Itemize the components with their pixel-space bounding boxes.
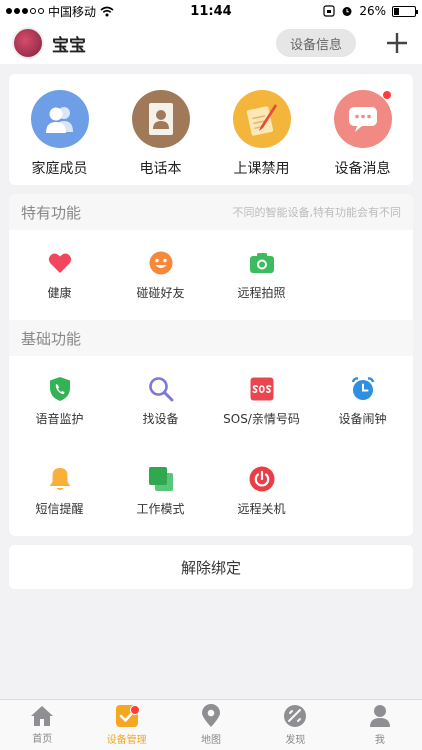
bell-icon: [47, 466, 73, 492]
remote-shutdown-button[interactable]: 远程关机: [211, 446, 312, 536]
basic-row-1: 语音监护 找设备 SOS/亲情号码 设备闹钟: [9, 356, 413, 446]
tab-map-label: 地图: [201, 735, 222, 746]
wifi-icon: [100, 6, 114, 16]
phonebook-label: 电话本: [139, 161, 182, 177]
health-label: 健康: [47, 285, 72, 300]
class-disable-button[interactable]: 上课禁用: [212, 90, 312, 185]
message-badge: [381, 90, 392, 100]
device-alarm-button[interactable]: 设备闹钟: [312, 356, 413, 446]
bump-friends-button[interactable]: 碰碰好友: [110, 230, 211, 320]
discover-icon: [284, 705, 307, 727]
basic-row-2: 短信提醒 工作模式 远程关机: [9, 446, 413, 536]
shield-phone-icon: [47, 376, 73, 402]
special-section-subtitle: 不同的智能设备,特有功能会有不同: [232, 206, 402, 219]
tab-device-manage[interactable]: 设备管理: [84, 700, 168, 750]
phonebook-button[interactable]: 电话本: [111, 90, 211, 185]
remote-photo-label: 远程拍照: [237, 285, 286, 300]
find-device-button[interactable]: 找设备: [110, 356, 211, 446]
functions-card: 特有功能 不同的智能设备,特有功能会有不同 健康 碰碰好友 远程拍照 基础功能: [9, 194, 413, 536]
work-mode-label: 工作模式: [136, 501, 185, 516]
voice-monitor-button[interactable]: 语音监护: [9, 356, 110, 446]
battery-icon: [392, 5, 418, 17]
family-members-icon: [30, 90, 89, 148]
plus-icon: [387, 33, 407, 53]
special-row: 健康 碰碰好友 远程拍照: [9, 230, 413, 320]
find-device-label: 找设备: [142, 411, 179, 426]
tab-bar: 首页 设备管理 地图 发现 我: [0, 699, 422, 750]
tab-device-manage-label: 设备管理: [106, 735, 147, 746]
basic-section-header: 基础功能: [9, 320, 413, 356]
alarm-clock-icon: [350, 376, 376, 402]
quick-actions-card: 家庭成员 电话本 上课禁用 设备消息: [9, 74, 413, 185]
bump-friends-label: 碰碰好友: [136, 285, 185, 300]
add-device-button[interactable]: [382, 28, 412, 58]
special-section-title: 特有功能: [21, 203, 82, 222]
camera-icon: [249, 250, 275, 276]
status-left: 中国移动: [6, 3, 114, 20]
alarm-status-icon: [342, 7, 352, 16]
special-section-header: 特有功能 不同的智能设备,特有功能会有不同: [9, 194, 413, 230]
class-disable-label: 上课禁用: [233, 161, 290, 177]
status-right: 26%: [323, 4, 418, 18]
home-icon: [31, 706, 54, 726]
search-icon: [148, 376, 174, 402]
device-message-icon: [333, 90, 392, 148]
unbind-button[interactable]: 解除绑定: [9, 545, 413, 589]
sos-icon: [249, 376, 275, 402]
heart-icon: [47, 250, 73, 276]
person-icon: [369, 705, 390, 727]
voice-monitor-label: 语音监护: [35, 411, 84, 426]
sos-numbers-button[interactable]: SOS/亲情号码: [211, 356, 312, 446]
work-mode-icon: [148, 466, 174, 492]
sms-reminder-button[interactable]: 短信提醒: [9, 446, 110, 536]
signal-dots-icon: [6, 8, 44, 14]
map-pin-icon: [202, 704, 221, 727]
remote-photo-button[interactable]: 远程拍照: [211, 230, 312, 320]
tab-me[interactable]: 我: [338, 700, 422, 750]
device-alarm-label: 设备闹钟: [338, 411, 387, 426]
app-header: 宝宝 设备信息: [0, 22, 422, 64]
battery-label: 26%: [359, 4, 386, 18]
tab-home-label: 首页: [32, 734, 53, 745]
tab-discover[interactable]: 发现: [253, 700, 337, 750]
class-disable-icon: [232, 90, 291, 148]
avatar[interactable]: [12, 27, 44, 59]
tab-map[interactable]: 地图: [169, 700, 253, 750]
screen-lock-icon: [323, 5, 335, 17]
smile-icon: [148, 250, 174, 276]
power-icon: [249, 466, 275, 492]
basic-section-title: 基础功能: [21, 329, 82, 348]
sos-numbers-label: SOS/亲情号码: [223, 411, 300, 426]
device-message-label: 设备消息: [334, 161, 391, 177]
carrier-label: 中国移动: [48, 4, 97, 19]
tab-badge: [130, 705, 141, 715]
tab-me-label: 我: [374, 735, 385, 746]
sms-reminder-label: 短信提醒: [35, 501, 84, 516]
health-button[interactable]: 健康: [9, 230, 110, 320]
page-title: 宝宝: [52, 35, 86, 56]
device-info-button[interactable]: 设备信息: [276, 29, 356, 57]
tab-discover-label: 发现: [285, 735, 306, 746]
family-members-button[interactable]: 家庭成员: [10, 90, 110, 185]
family-members-label: 家庭成员: [31, 161, 88, 177]
work-mode-button[interactable]: 工作模式: [110, 446, 211, 536]
tab-home[interactable]: 首页: [0, 700, 84, 750]
device-message-button[interactable]: 设备消息: [313, 90, 413, 185]
status-bar: 中国移动 11:44 26%: [0, 0, 422, 22]
remote-shutdown-label: 远程关机: [237, 501, 286, 516]
phonebook-icon: [131, 90, 190, 148]
